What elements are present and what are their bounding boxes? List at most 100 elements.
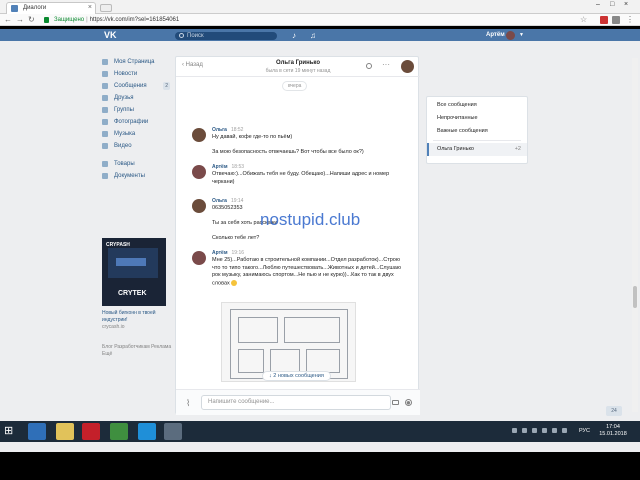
sidebar-item-friends[interactable]: Друзья — [102, 92, 172, 104]
filter-all-messages[interactable]: Все сообщения — [427, 99, 527, 112]
sidebar-item-label: Музыка — [114, 131, 136, 137]
tray-icon[interactable] — [552, 428, 557, 433]
address-bar-row: ← → ↻ Защищено | https://vk.com/im?sel=161… — [0, 14, 640, 26]
message-author[interactable]: Артём 18:53 — [212, 164, 244, 170]
windows-start-icon[interactable]: ⊞ — [4, 423, 22, 440]
sidebar-item-messages[interactable]: Сообщения 2 — [102, 80, 172, 92]
sidebar-ad[interactable]: CRYPASH CRYTEK Новый бигконн в твоей инд… — [102, 238, 168, 331]
more-icon[interactable]: ··· — [382, 60, 390, 69]
new-tab-button[interactable] — [100, 4, 112, 12]
browser-tab[interactable]: Диалоги × — [6, 2, 96, 14]
ad-brand-top: CRYPASH — [106, 242, 130, 248]
extension-icon[interactable] — [612, 16, 620, 24]
sidebar-nav: Моя Страница Новости Сообщения 2 Друзья Г… — [102, 56, 172, 182]
clock-date: 15.01.2018 — [599, 431, 627, 437]
sidebar-item-news[interactable]: Новости — [102, 68, 172, 80]
message-author[interactable]: Ольга 18:52 — [212, 127, 243, 133]
filter-unread[interactable]: Непрочитанные — [427, 112, 527, 125]
close-window-icon[interactable]: × — [624, 1, 628, 8]
message-input[interactable]: Напишите сообщение... — [201, 395, 412, 410]
sidebar-item-label: Группы — [114, 107, 134, 113]
sidebar-item-video[interactable]: Видео — [102, 140, 172, 152]
sidebar-item-label: Новости — [114, 71, 138, 77]
home-icon — [102, 59, 108, 65]
attach-icon[interactable]: ⌇ — [186, 398, 190, 409]
app-icon[interactable] — [164, 423, 182, 440]
tray-icon[interactable] — [532, 428, 537, 433]
maximize-icon[interactable]: □ — [610, 1, 614, 8]
search-icon[interactable] — [366, 63, 372, 69]
back-arrow-icon[interactable]: ← — [4, 15, 12, 24]
sidebar-item-groups[interactable]: Группы — [102, 104, 172, 116]
sidebar-item-documents[interactable]: Документы — [102, 170, 172, 182]
skype-icon[interactable] — [138, 423, 156, 440]
vk-header: VK Поиск ♪ ♫ Артём ▼ — [0, 29, 640, 41]
dialog-name: Ольга Гринько — [437, 146, 474, 152]
opera-icon[interactable] — [82, 423, 100, 440]
close-tab-icon[interactable]: × — [88, 4, 92, 11]
sidebar-item-label: Друзья — [114, 95, 134, 101]
bookmark-star-icon[interactable]: ☆ — [580, 15, 587, 24]
avatar[interactable] — [506, 31, 515, 40]
mini-chat-widget[interactable]: 24 — [606, 406, 622, 416]
ad-brand-bottom: CRYTEK — [118, 290, 147, 297]
dialog-item-active[interactable]: Ольга Гринько +2 — [427, 143, 527, 156]
chat-header: ‹ Назад Ольга Гринько была в сети 19 мин… — [176, 57, 420, 77]
tray-icon[interactable] — [512, 428, 517, 433]
new-messages-button[interactable]: ↓ 2 новых сообщения — [262, 371, 331, 381]
search-input[interactable]: Поиск — [175, 32, 277, 40]
windows-taskbar: ⊞ РУС 17:04 15.01.2018 — [0, 421, 640, 442]
ad-caption[interactable]: Новый бигконн в твоей индустрии! — [102, 310, 168, 324]
document-icon — [102, 173, 108, 179]
message-author[interactable]: Ольга 19:14 — [212, 198, 243, 204]
minimize-icon[interactable]: – — [596, 1, 600, 8]
avatar[interactable] — [192, 128, 206, 142]
url-input[interactable]: Защищено | https://vk.com/im?sel=161854061 — [42, 15, 587, 25]
sidebar-item-photos[interactable]: Фотографии — [102, 116, 172, 128]
watermark: nostupid.club — [260, 210, 361, 229]
ie-icon[interactable] — [28, 423, 46, 440]
user-name[interactable]: Артём — [486, 29, 505, 41]
chrome-icon[interactable] — [110, 423, 128, 440]
url-text: https://vk.com/im?sel=161854061 — [89, 17, 180, 23]
avatar[interactable] — [192, 165, 206, 179]
news-icon — [102, 71, 108, 77]
microphone-icon[interactable]: ● — [406, 398, 411, 407]
sidebar-item-goods[interactable]: Товары — [102, 158, 172, 170]
sidebar-item-label: Товары — [114, 161, 135, 167]
reload-icon[interactable]: ↻ — [28, 15, 35, 24]
menu-icon[interactable]: ⋮ — [626, 15, 634, 24]
ad-image[interactable]: CRYPASH CRYTEK — [102, 238, 166, 306]
chevron-down-icon[interactable]: ▼ — [519, 32, 524, 38]
clock[interactable]: 17:04 15.01.2018 — [596, 424, 630, 438]
message-author[interactable]: Артём 19:16 — [212, 250, 244, 256]
attached-image[interactable] — [221, 302, 356, 382]
avatar[interactable] — [192, 251, 206, 265]
forward-arrow-icon[interactable]: → — [16, 15, 24, 24]
music-icon[interactable]: ♫ — [310, 31, 316, 40]
message-composer: ⌇ Напишите сообщение... ● — [176, 389, 420, 415]
chat-panel: ‹ Назад Ольга Гринько была в сети 19 мин… — [175, 56, 420, 415]
vk-logo[interactable]: VK — [104, 29, 117, 41]
camera-icon[interactable] — [392, 400, 399, 405]
extension-icon[interactable] — [600, 16, 608, 24]
filter-important[interactable]: Важные сообщения — [427, 125, 527, 138]
count-badge: 2 — [163, 82, 170, 90]
tray-icon[interactable] — [542, 428, 547, 433]
footer-links[interactable]: Блог Разработчикам Реклама Ещё — [102, 344, 172, 358]
sidebar-item-music[interactable]: Музыка — [102, 128, 172, 140]
shopping-bag-icon — [102, 161, 108, 167]
page-scrollbar[interactable] — [632, 58, 638, 412]
volume-icon[interactable] — [562, 428, 567, 433]
sidebar-item-label: Моя Страница — [114, 59, 155, 65]
sidebar-item-my-page[interactable]: Моя Страница — [102, 56, 172, 68]
tray-icon[interactable] — [522, 428, 527, 433]
folder-icon[interactable] — [56, 423, 74, 440]
bell-icon[interactable]: ♪ — [292, 31, 296, 40]
scroll-thumb[interactable] — [633, 286, 637, 308]
lock-icon — [44, 17, 49, 23]
avatar[interactable] — [192, 199, 206, 213]
avatar[interactable] — [401, 60, 414, 73]
language-indicator[interactable]: РУС — [579, 428, 590, 434]
ad-domain: cryсash.io — [102, 324, 125, 330]
